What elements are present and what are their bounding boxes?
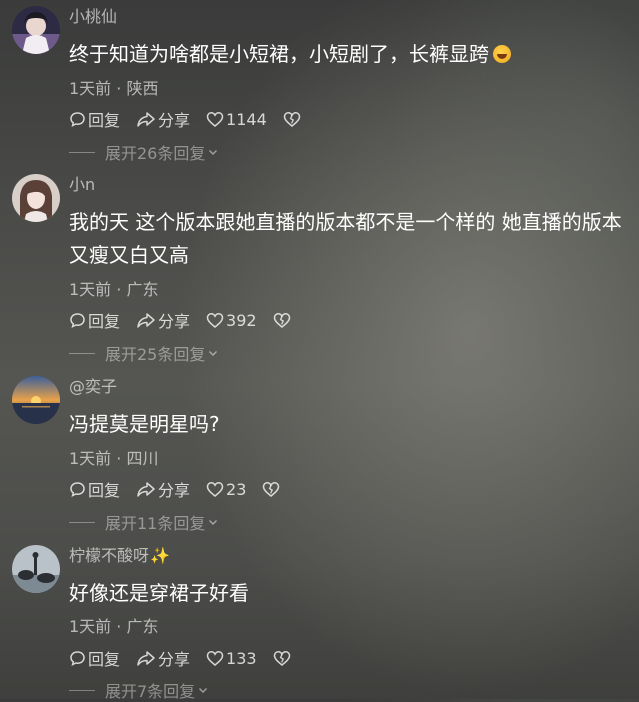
dislike-button[interactable] bbox=[273, 650, 293, 667]
share-button[interactable]: 分享 bbox=[136, 308, 190, 332]
sparkles-icon: ✨ bbox=[150, 546, 170, 565]
comment-text-content: 终于知道为啥都是小短裙，小短剧了，长裤显跨 bbox=[69, 42, 489, 66]
username[interactable]: 小n bbox=[69, 174, 95, 196]
share-label: 分享 bbox=[158, 481, 191, 500]
comment-meta: 1天前 · 广东 bbox=[69, 617, 159, 636]
comment-actions: 回复 分享 133 bbox=[69, 647, 309, 669]
comment-actions: 回复 分享 392 bbox=[69, 309, 309, 331]
like-count: 23 bbox=[226, 479, 247, 499]
username[interactable]: 柠檬不酸呀✨ bbox=[69, 545, 170, 567]
avatar[interactable] bbox=[12, 376, 60, 424]
chevron-down-icon bbox=[209, 520, 218, 525]
expand-replies-button[interactable]: 展开7条回复 bbox=[69, 679, 209, 701]
broken-heart-icon bbox=[273, 650, 290, 666]
dislike-button[interactable] bbox=[273, 312, 293, 329]
comment-actions: 回复 分享 1144 bbox=[69, 108, 319, 130]
dislike-button[interactable] bbox=[283, 111, 303, 128]
expand-replies-button[interactable]: 展开26条回复 bbox=[69, 141, 219, 163]
avatar[interactable] bbox=[12, 174, 60, 222]
comment-actions: 回复 分享 23 bbox=[69, 478, 298, 500]
comment-text: 我的天 这个版本跟她直播的版本都不是一个样的 她直播的版本又瘦又白又高 bbox=[69, 210, 622, 267]
like-button[interactable]: 1144 bbox=[206, 110, 267, 129]
heart-icon bbox=[206, 650, 224, 666]
expand-replies-button[interactable]: 展开11条回复 bbox=[69, 511, 219, 533]
share-arrow-icon bbox=[137, 481, 155, 497]
expand-replies-label: 展开25条回复 bbox=[105, 345, 206, 364]
broken-heart-icon bbox=[263, 481, 280, 497]
like-count: 133 bbox=[226, 648, 257, 668]
comment-meta: 1天前 · 广东 bbox=[69, 280, 159, 299]
share-arrow-icon bbox=[137, 650, 155, 666]
comment-text: 好像还是穿裙子好看 bbox=[69, 581, 249, 605]
reply-label: 回复 bbox=[88, 650, 121, 669]
reply-bubble-icon bbox=[70, 111, 85, 127]
share-label: 分享 bbox=[158, 650, 191, 669]
comment-text: 冯提莫是明星吗? bbox=[69, 412, 220, 436]
share-arrow-icon bbox=[137, 111, 155, 127]
comment-meta: 1天前 · 四川 bbox=[69, 449, 159, 468]
chevron-down-icon bbox=[209, 351, 218, 356]
broken-heart-icon bbox=[283, 111, 301, 127]
avatar[interactable] bbox=[12, 6, 60, 54]
expand-replies-label: 展开7条回复 bbox=[105, 682, 196, 701]
expand-replies-label: 展开26条回复 bbox=[105, 144, 206, 163]
like-button[interactable]: 23 bbox=[206, 480, 246, 499]
heart-icon bbox=[206, 481, 224, 497]
expand-replies-button[interactable]: 展开25条回复 bbox=[69, 342, 219, 364]
username[interactable]: 小桃仙 bbox=[69, 6, 117, 28]
reply-button[interactable]: 回复 bbox=[69, 477, 120, 501]
like-button[interactable]: 133 bbox=[206, 649, 257, 668]
divider bbox=[69, 352, 95, 354]
share-button[interactable]: 分享 bbox=[136, 107, 190, 131]
reply-button[interactable]: 回复 bbox=[69, 308, 120, 332]
divider bbox=[69, 151, 95, 153]
reply-bubble-icon bbox=[70, 481, 85, 497]
like-button[interactable]: 392 bbox=[206, 311, 257, 330]
chevron-down-icon bbox=[199, 688, 208, 693]
expand-replies-label: 展开11条回复 bbox=[105, 514, 206, 533]
reply-bubble-icon bbox=[70, 312, 85, 328]
share-label: 分享 bbox=[158, 111, 191, 130]
share-label: 分享 bbox=[158, 312, 191, 331]
reply-button[interactable]: 回复 bbox=[69, 646, 120, 670]
comment-list: 小桃仙 终于知道为啥都是小短裙，小短剧了，长裤显跨 1天前 · 陕西 回复 分享… bbox=[0, 0, 639, 701]
divider bbox=[69, 521, 95, 523]
reply-button[interactable]: 回复 bbox=[69, 107, 120, 131]
broken-heart-icon bbox=[273, 312, 290, 328]
laughing-emoji-icon bbox=[493, 45, 511, 63]
share-button[interactable]: 分享 bbox=[136, 477, 190, 501]
dislike-button[interactable] bbox=[262, 481, 282, 498]
chevron-down-icon bbox=[209, 150, 218, 155]
comment-text: 终于知道为啥都是小短裙，小短剧了，长裤显跨 bbox=[69, 38, 635, 71]
username[interactable]: @奕子 bbox=[69, 376, 117, 398]
divider bbox=[69, 689, 95, 691]
reply-label: 回复 bbox=[88, 481, 121, 500]
comment-meta: 1天前 · 陕西 bbox=[69, 79, 159, 98]
like-count: 392 bbox=[226, 310, 257, 330]
heart-icon bbox=[206, 312, 224, 328]
heart-icon bbox=[206, 111, 224, 127]
like-count: 1144 bbox=[226, 109, 267, 129]
username-text: 柠檬不酸呀 bbox=[69, 546, 150, 565]
share-arrow-icon bbox=[137, 312, 155, 328]
reply-label: 回复 bbox=[88, 312, 121, 331]
reply-label: 回复 bbox=[88, 111, 121, 130]
avatar[interactable] bbox=[12, 545, 60, 593]
share-button[interactable]: 分享 bbox=[136, 646, 190, 670]
reply-bubble-icon bbox=[70, 650, 85, 666]
